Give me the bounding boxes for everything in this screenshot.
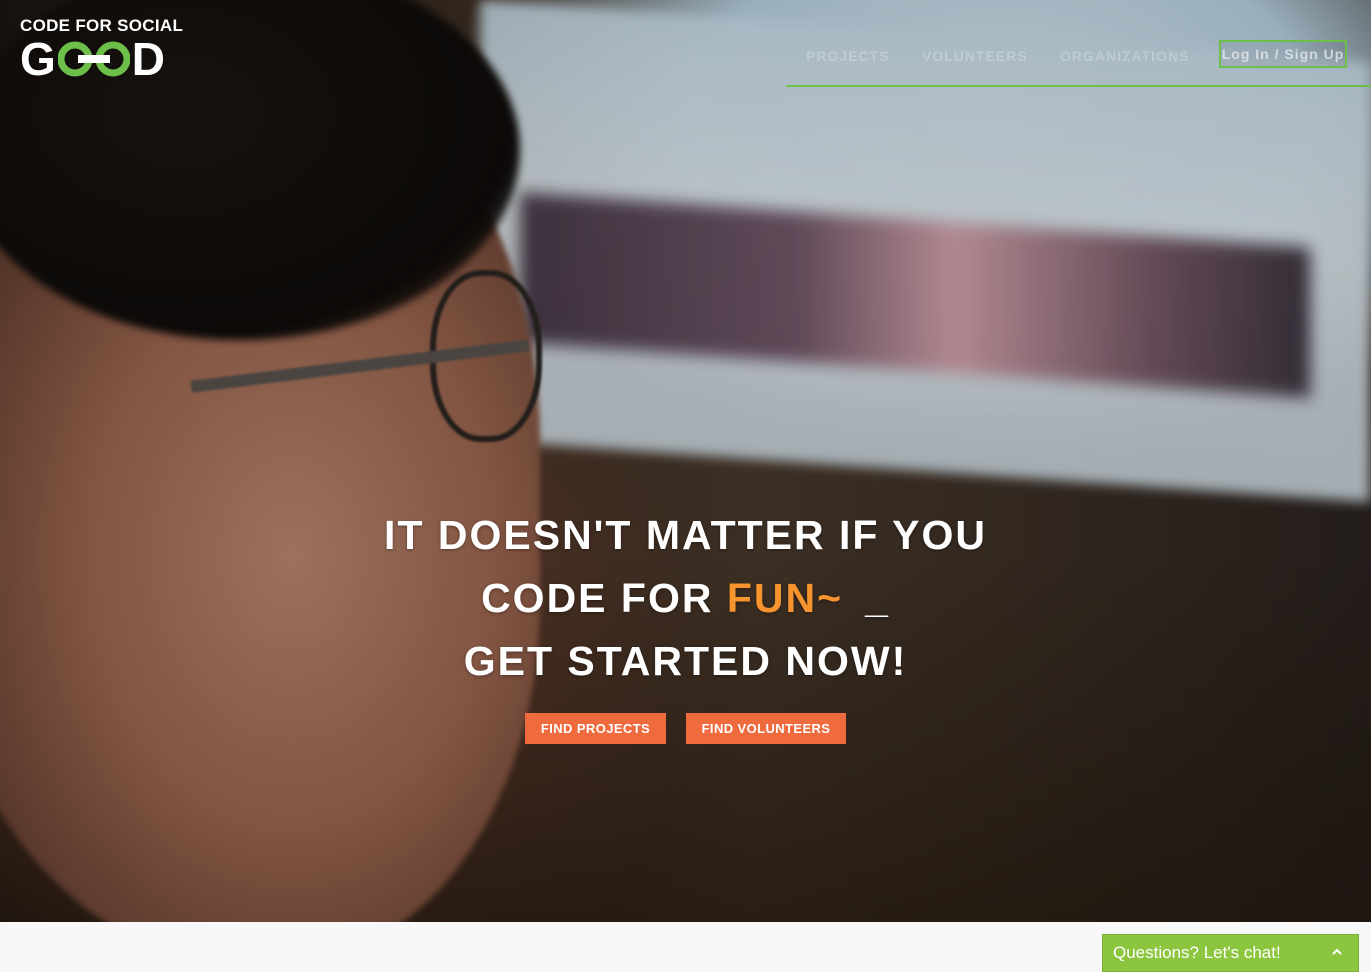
login-signup-button[interactable]: Log In / Sign Up	[1219, 40, 1347, 68]
hero-background	[0, 0, 1371, 922]
headline-line-1: IT DOESN'T MATTER IF YOU	[384, 512, 987, 558]
site-logo[interactable]: CODE FOR SOCIAL G D	[20, 16, 190, 85]
nav-volunteers[interactable]: VOLUNTEERS	[922, 48, 1028, 64]
logo-letter-d: D	[131, 33, 166, 85]
chat-label: Questions? Let's chat!	[1113, 943, 1281, 962]
top-navigation: PROJECTS VOLUNTEERS ORGANIZATIONS Log In…	[786, 38, 1371, 87]
chat-widget[interactable]: Questions? Let's chat!	[1102, 934, 1359, 972]
chevron-up-icon[interactable]	[1330, 945, 1344, 959]
hero-shade	[0, 0, 1371, 922]
find-projects-button[interactable]: FIND PROJECTS	[525, 713, 666, 744]
headline-accent-word: FUN~	[726, 575, 844, 621]
nav-projects[interactable]: PROJECTS	[806, 48, 889, 64]
headline-line-2: CODE FOR FUN~ _	[0, 567, 1371, 630]
hero-headline: IT DOESN'T MATTER IF YOU CODE FOR FUN~ _ …	[0, 504, 1371, 693]
nav-organizations[interactable]: ORGANIZATIONS	[1060, 48, 1189, 64]
logo-chain-icon	[57, 41, 130, 77]
typing-cursor: _	[865, 575, 890, 621]
headline-prefix: CODE FOR	[481, 575, 727, 621]
logo-good: G D	[20, 33, 190, 85]
logo-letter-g: G	[20, 33, 56, 85]
headline-line-3: GET STARTED NOW!	[463, 638, 908, 684]
find-volunteers-button[interactable]: FIND VOLUNTEERS	[686, 713, 846, 744]
hero-actions: FIND PROJECTS FIND VOLUNTEERS	[525, 713, 846, 744]
